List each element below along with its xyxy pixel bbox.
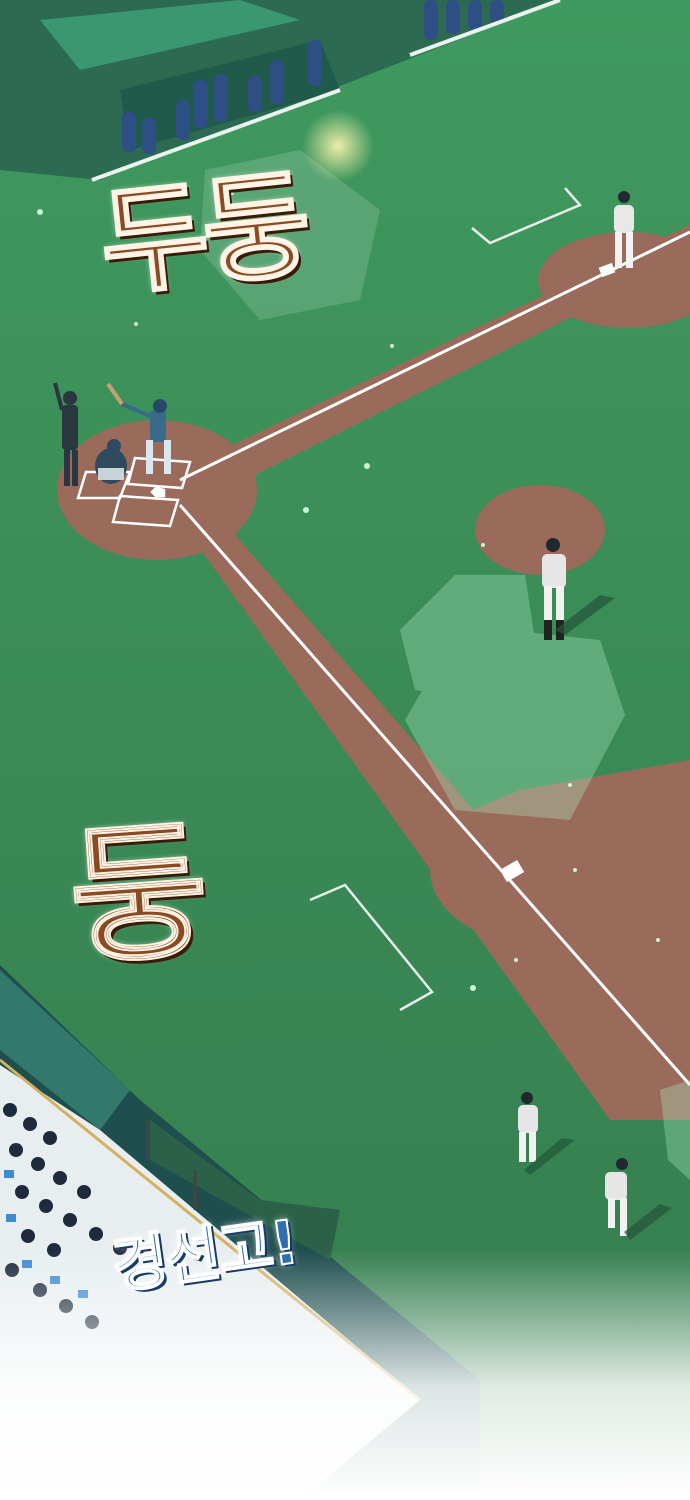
sound-effect-dung: 둥 [63,802,215,987]
sound-effect-dudung: 두둥 [92,154,312,315]
bottom-fade [0,1250,690,1500]
baseball-field-panel: 두둥 둥 경선고! [0,0,690,1500]
